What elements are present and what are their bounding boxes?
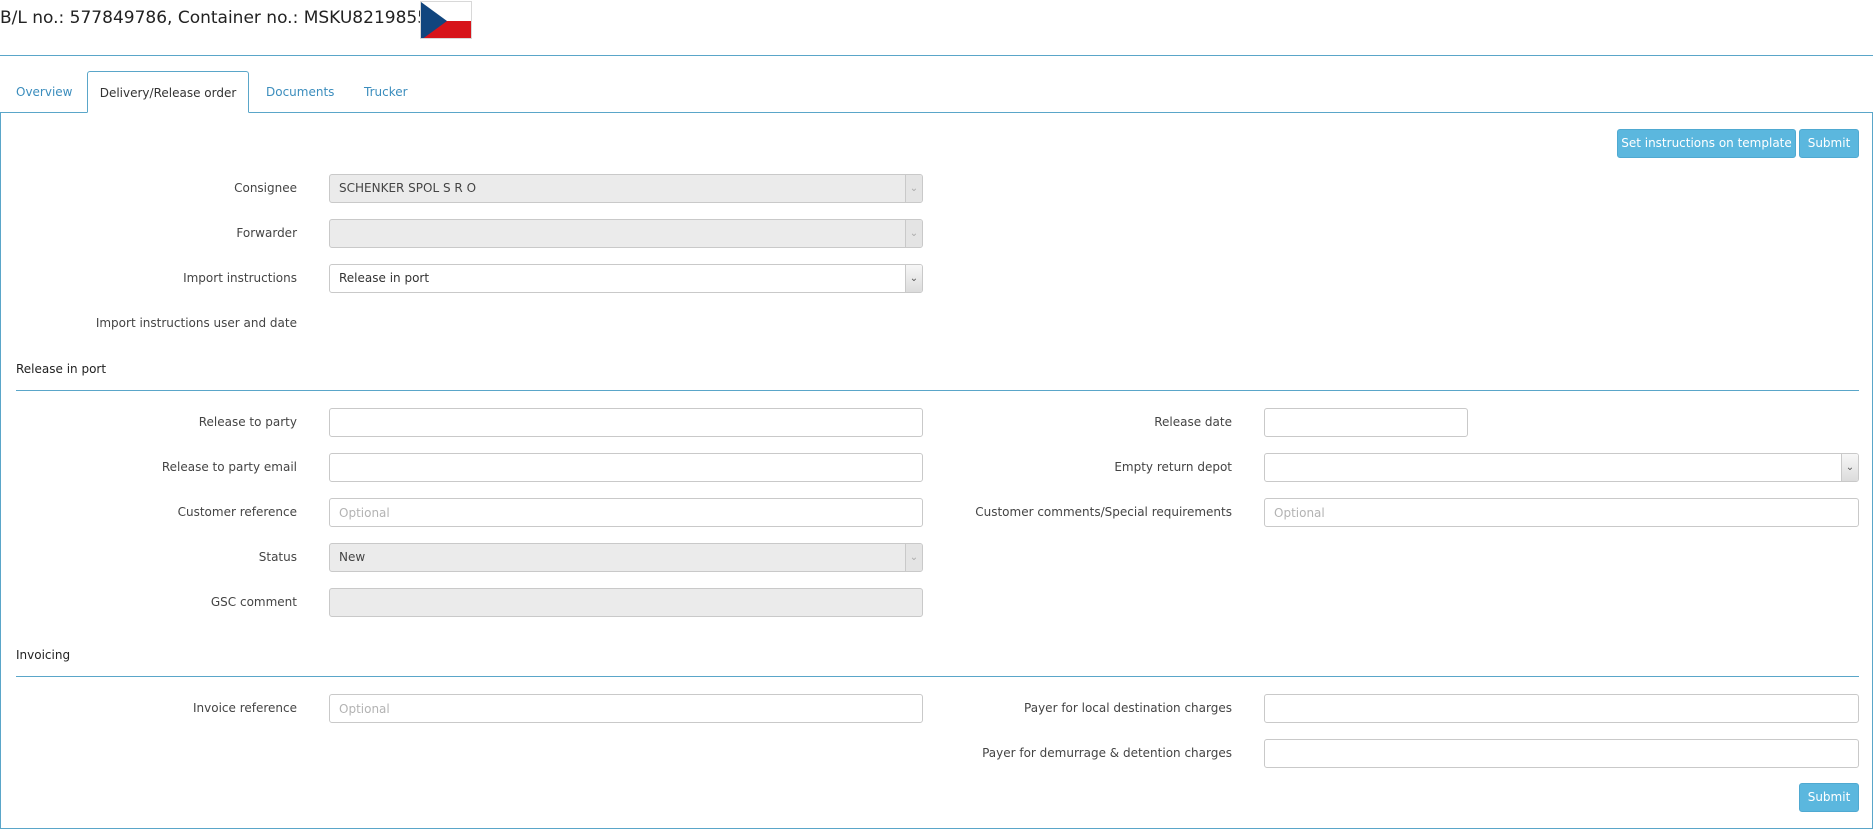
empty-return-depot-select[interactable]: ⌄ bbox=[1264, 453, 1859, 482]
invoice-reference-label: Invoice reference bbox=[192, 701, 297, 715]
import-instructions-label: Import instructions bbox=[183, 271, 297, 285]
gsc-comment-field bbox=[329, 588, 923, 617]
chevron-down-icon: ⌄ bbox=[1841, 454, 1858, 481]
empty-return-depot-label: Empty return depot bbox=[1114, 460, 1232, 474]
release-party-email-input[interactable] bbox=[329, 453, 923, 482]
payer-local-label: Payer for local destination charges bbox=[1024, 701, 1232, 715]
chevron-down-icon: ⌄ bbox=[905, 220, 922, 247]
invoice-reference-input[interactable] bbox=[329, 694, 923, 723]
release-date-label: Release date bbox=[1154, 415, 1232, 429]
submit-button-top[interactable]: Submit bbox=[1799, 129, 1859, 158]
tab-delivery-release-order[interactable]: Delivery/Release order bbox=[87, 71, 249, 113]
customer-comments-label: Customer comments/Special requirements bbox=[975, 505, 1232, 519]
forwarder-select[interactable]: ⌄ bbox=[329, 219, 923, 248]
status-label: Status bbox=[258, 550, 297, 564]
tab-documents[interactable]: Documents bbox=[266, 71, 334, 113]
release-party-input[interactable] bbox=[329, 408, 923, 437]
payer-local-input[interactable] bbox=[1264, 694, 1859, 723]
czech-flag-icon bbox=[420, 1, 472, 39]
release-section-title: Release in port bbox=[16, 362, 107, 376]
tab-trucker[interactable]: Trucker bbox=[364, 71, 408, 113]
import-instructions-value: Release in port bbox=[339, 271, 430, 285]
payer-demurrage-label: Payer for demurrage & detention charges bbox=[982, 746, 1232, 760]
release-date-input[interactable] bbox=[1264, 408, 1468, 437]
page-title: B/L no.: 577849786, Container no.: MSKU8… bbox=[0, 8, 429, 28]
chevron-down-icon: ⌄ bbox=[905, 544, 922, 571]
release-section-divider bbox=[16, 390, 1859, 391]
consignee-label: Consignee bbox=[234, 181, 297, 195]
delivery-release-panel: Set instructions on template Submit Cons… bbox=[0, 112, 1873, 829]
import-instructions-select[interactable]: Release in port ⌄ bbox=[329, 264, 923, 293]
chevron-down-icon: ⌄ bbox=[905, 175, 922, 202]
customer-comments-input[interactable] bbox=[1264, 498, 1859, 527]
status-select[interactable]: New ⌄ bbox=[329, 543, 923, 572]
tab-bar: Overview Delivery/Release order Document… bbox=[0, 71, 1873, 113]
invoicing-section-title: Invoicing bbox=[16, 648, 71, 662]
customer-reference-input[interactable] bbox=[329, 498, 923, 527]
customer-reference-label: Customer reference bbox=[177, 505, 297, 519]
import-user-date-label: Import instructions user and date bbox=[95, 316, 297, 330]
invoicing-section-divider bbox=[16, 676, 1859, 677]
tab-overview[interactable]: Overview bbox=[16, 71, 73, 113]
forwarder-label: Forwarder bbox=[236, 226, 297, 240]
submit-button-bottom[interactable]: Submit bbox=[1799, 783, 1859, 812]
consignee-value: SCHENKER SPOL S R O bbox=[339, 181, 477, 195]
page-header: B/L no.: 577849786, Container no.: MSKU8… bbox=[0, 0, 1873, 56]
consignee-select[interactable]: SCHENKER SPOL S R O ⌄ bbox=[329, 174, 923, 203]
payer-demurrage-input[interactable] bbox=[1264, 739, 1859, 768]
set-instructions-template-button[interactable]: Set instructions on template bbox=[1617, 129, 1796, 158]
release-party-label: Release to party bbox=[198, 415, 297, 429]
gsc-comment-label: GSC comment bbox=[210, 595, 297, 609]
chevron-down-icon: ⌄ bbox=[905, 265, 922, 292]
status-value: New bbox=[339, 550, 366, 564]
release-party-email-label: Release to party email bbox=[161, 460, 297, 474]
